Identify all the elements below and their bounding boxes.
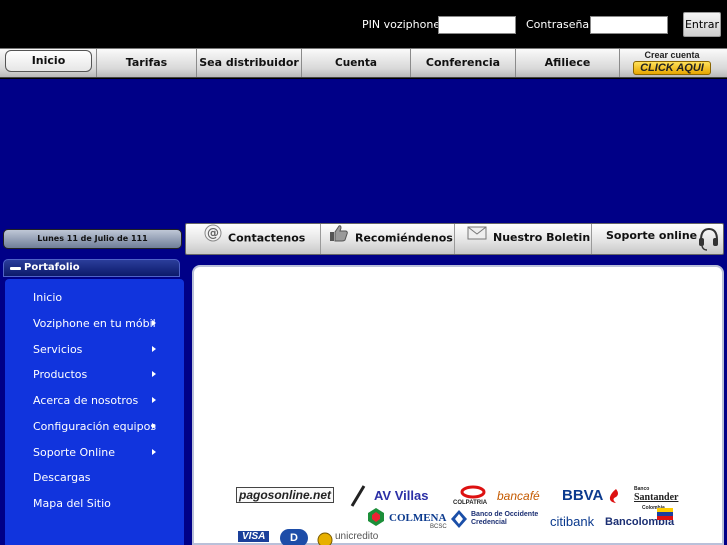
sidebar-item-descargas[interactable]: Descargas — [33, 471, 91, 484]
sidebar-item-productos[interactable]: Productos — [33, 368, 87, 381]
login-submit-button[interactable]: Entrar — [683, 12, 721, 37]
sidebar-item-servicios[interactable]: Servicios — [33, 343, 82, 356]
colmena-icon — [366, 507, 386, 530]
content-panel: pagosonline.net AV Villas COLPATRIA banc… — [192, 265, 724, 545]
banner — [0, 79, 727, 222]
occidente-icon — [450, 509, 468, 532]
chevron-right-icon — [152, 346, 156, 352]
nav-tab-sea-distribuidor[interactable]: Sea distribuidor — [197, 49, 302, 77]
chevron-right-icon — [152, 449, 156, 455]
pin-input[interactable] — [438, 16, 516, 34]
chevron-right-icon — [152, 320, 156, 326]
colmena-sub-label: BCSC — [430, 524, 447, 530]
sidebar-item-voziphone-movil[interactable]: Voziphone en tu móbil — [33, 317, 156, 330]
pagosonline-logo: pagosonline.net — [236, 487, 335, 503]
colmena-logo: COLMENA — [389, 512, 447, 524]
password-input[interactable] — [590, 16, 668, 34]
secondary-nav: Lunes 11 de Julio de 111 @ Contactenos R… — [0, 222, 727, 256]
nav-tab-conferencia[interactable]: Conferencia — [411, 49, 516, 77]
at-icon: @ — [204, 224, 222, 253]
santander-logo: Santander — [634, 492, 679, 503]
unicredito-icon — [317, 532, 333, 545]
sidebar: Portafolio Inicio Voziphone en tu móbil … — [0, 256, 186, 545]
santander-icon — [607, 488, 625, 507]
sidebar-menu: Inicio Voziphone en tu móbil Servicios P… — [5, 279, 184, 545]
click-here-label: CLICK AQUI — [633, 61, 711, 75]
support-online-label: Soporte online — [606, 229, 698, 242]
nav-tab-cuenta-distribuidor[interactable]: Cuenta distribuidor — [302, 49, 411, 97]
pin-label: PIN voziphone: — [362, 18, 444, 31]
password-label: Contraseña: — [526, 18, 593, 31]
sidebar-item-acerca[interactable]: Acerca de nosotros — [33, 394, 138, 407]
svg-text:@: @ — [207, 226, 219, 240]
chevron-right-icon — [152, 397, 156, 403]
contact-label: Contactenos — [228, 231, 306, 245]
create-account-label: Crear cuenta — [644, 50, 700, 60]
login-bar: PIN voziphone: Contraseña: Entrar — [0, 0, 727, 48]
bancafe-logo: bancafé — [497, 489, 540, 503]
sidebar-title: Portafolio — [24, 262, 80, 273]
secondary-nav-bar: @ Contactenos Recomiéndenos Nuestro Bole… — [185, 223, 724, 255]
sidebar-item-soporte[interactable]: Soporte Online — [33, 446, 115, 459]
avvillas-logo: AV Villas — [374, 488, 429, 503]
recommend-link[interactable]: Recomiéndenos — [321, 224, 455, 254]
colpatria-logo: COLPATRIA — [453, 500, 488, 506]
envelope-icon — [467, 224, 487, 252]
support-online-link[interactable]: Soporte online — [592, 224, 723, 254]
nav-tab-afiliece[interactable]: Afiliece — [516, 49, 620, 77]
sidebar-item-inicio[interactable]: Inicio — [33, 291, 62, 304]
newsletter-link[interactable]: Nuestro Boletin — [455, 224, 592, 254]
thumbs-up-icon — [329, 224, 349, 253]
main-nav: Inicio Tarifas Sea distribuidor Cuenta d… — [0, 48, 727, 97]
sidebar-item-configuracion[interactable]: Configuración equipos — [33, 420, 156, 433]
sidebar-item-mapa[interactable]: Mapa del Sitio — [33, 497, 111, 510]
bbva-logo: BBVA — [562, 487, 604, 504]
nav-tab-tarifas[interactable]: Tarifas — [96, 49, 197, 77]
main-content: pagosonline.net AV Villas COLPATRIA banc… — [186, 256, 727, 545]
minus-icon — [10, 267, 21, 270]
sidebar-header: Portafolio — [3, 259, 180, 277]
recommend-label: Recomiéndenos — [355, 231, 453, 245]
payment-logos: pagosonline.net AV Villas COLPATRIA banc… — [194, 485, 722, 545]
create-account-button[interactable]: Crear cuenta CLICK AQUI — [623, 50, 721, 76]
newsletter-label: Nuestro Boletin — [493, 231, 591, 244]
chevron-right-icon — [152, 423, 156, 429]
visa-logo: VISA — [238, 531, 270, 542]
occidente-logo: Banco de Occidente — [471, 511, 539, 518]
diners-logo: D — [280, 529, 308, 545]
bancolombia-icon — [657, 508, 673, 523]
occidente-sub-label: Credencial — [471, 519, 507, 526]
unicredito-logo: unicredito — [335, 531, 379, 542]
current-date: Lunes 11 de Julio de 111 — [3, 229, 182, 249]
chevron-right-icon — [152, 371, 156, 377]
nav-tab-inicio[interactable]: Inicio — [5, 50, 92, 72]
contact-link[interactable]: @ Contactenos — [186, 224, 321, 254]
citibank-logo: citibank — [550, 514, 595, 529]
